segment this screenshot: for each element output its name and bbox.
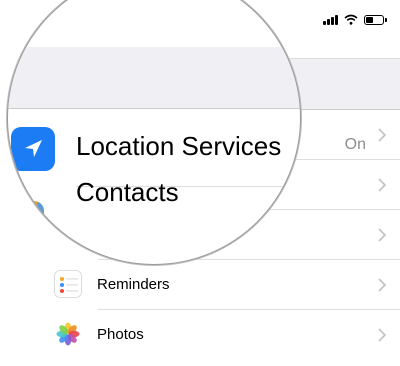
location-services-value: On <box>344 136 366 153</box>
wifi-icon <box>344 14 358 25</box>
battery-icon <box>364 14 387 25</box>
magnified-section-header <box>8 47 300 109</box>
photos-icon <box>54 320 82 348</box>
chevron-right-icon <box>378 128 386 142</box>
cellular-signal-icon <box>323 14 338 25</box>
chevron-right-icon <box>378 278 386 292</box>
chevron-right-icon <box>378 328 386 342</box>
status-icons <box>323 14 387 25</box>
magnified-contacts-row[interactable]: Contacts <box>8 177 300 264</box>
photos-label: Photos <box>97 326 144 343</box>
location-services-label: Location Services <box>76 131 282 161</box>
location-services-icon <box>11 127 55 171</box>
chevron-right-icon <box>378 178 386 192</box>
list-item-reminders[interactable]: Reminders <box>40 260 400 310</box>
contacts-icon <box>8 201 44 247</box>
list-item-photos[interactable]: Photos <box>40 310 400 360</box>
chevron-right-icon <box>378 228 386 242</box>
contacts-label: Contacts <box>76 177 179 207</box>
reminders-icon <box>54 270 82 298</box>
magnified-location-services-row[interactable]: Location Services <box>8 109 300 187</box>
reminders-label: Reminders <box>97 276 170 293</box>
magnifier-overlay: Location Services Contacts <box>8 0 300 264</box>
